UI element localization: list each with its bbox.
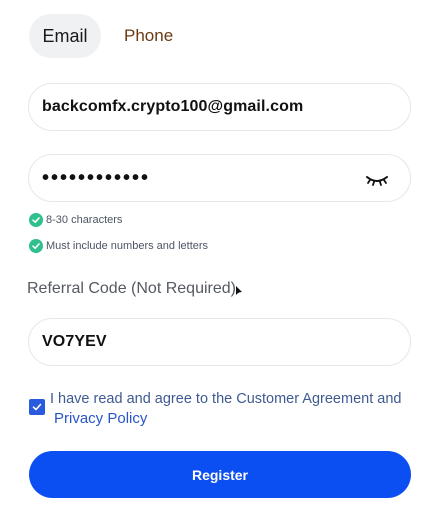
check-circle-icon xyxy=(29,239,43,253)
requirement-length: 8-30 characters xyxy=(29,213,122,227)
tab-phone[interactable]: Phone xyxy=(116,14,181,58)
email-field[interactable]: backcomfx.crypto100@gmail.com xyxy=(28,83,411,131)
referral-label: Referral Code (Not Required). xyxy=(27,280,241,297)
agreement-checkbox[interactable] xyxy=(29,399,45,415)
referral-code-value: VO7YEV xyxy=(42,333,107,350)
tab-email[interactable]: Email xyxy=(29,14,101,58)
requirement-composition: Must include numbers and letters xyxy=(29,239,208,253)
password-value: •••••••••••• xyxy=(42,166,151,189)
requirement-text: Must include numbers and letters xyxy=(46,240,209,252)
mouse-cursor-icon xyxy=(235,284,243,296)
agreement-text: I have read and agree to the Customer Ag… xyxy=(50,390,410,429)
registration-form: Email Phone backcomfx.crypto100@gmail.co… xyxy=(0,0,435,510)
eye-closed-icon[interactable] xyxy=(364,169,390,189)
requirement-text: 8-30 characters xyxy=(46,214,123,226)
email-value: backcomfx.crypto100@gmail.com xyxy=(42,98,304,115)
register-button[interactable]: Register xyxy=(29,451,411,498)
check-circle-icon xyxy=(29,213,43,227)
privacy-policy-link[interactable]: Privacy Policy xyxy=(54,410,147,427)
referral-code-field[interactable]: VO7YEV xyxy=(28,318,411,366)
password-field[interactable]: •••••••••••• xyxy=(28,154,411,202)
agreement-statement: I have read and agree to the Customer Ag… xyxy=(50,391,402,407)
